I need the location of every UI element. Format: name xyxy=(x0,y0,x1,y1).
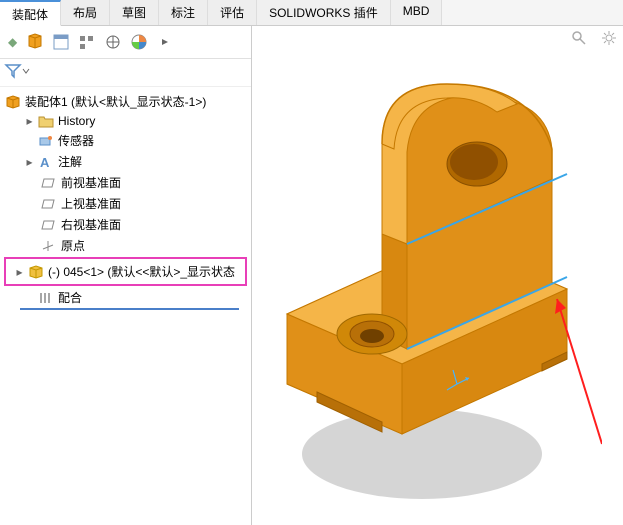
spacer xyxy=(24,135,35,146)
tab-sketch[interactable]: 草图 xyxy=(110,0,159,25)
sensor-icon xyxy=(37,134,55,148)
filter-icon[interactable] xyxy=(4,63,30,79)
tree-mates[interactable]: 配合 xyxy=(2,287,249,308)
tree-part-label: (-) 045<1> (默认<<默认>_显示状态 xyxy=(48,263,235,280)
tree-origin-label: 原点 xyxy=(61,237,85,254)
feature-manager-panel: ◆ xyxy=(0,26,252,525)
expand-icon[interactable]: ▸ xyxy=(24,156,35,167)
model-3d[interactable] xyxy=(252,34,602,514)
filter-row xyxy=(0,59,251,87)
tree-top-plane[interactable]: 上视基准面 xyxy=(2,193,249,214)
feature-tree: 装配体1 (默认<默认_显示状态-1>) ▸ History 传感器 ▸ xyxy=(0,87,251,312)
mates-icon xyxy=(37,291,55,305)
tree-front-plane[interactable]: 前视基准面 xyxy=(2,172,249,193)
tree-history[interactable]: ▸ History xyxy=(2,112,249,130)
tree-right-plane[interactable]: 右视基准面 xyxy=(2,214,249,235)
property-manager-tab-icon[interactable] xyxy=(49,30,73,54)
tab-sw-addins[interactable]: SOLIDWORKS 插件 xyxy=(257,0,391,25)
tree-origin[interactable]: 原点 xyxy=(2,235,249,256)
part-icon xyxy=(27,264,45,280)
panel-separator: ◆ xyxy=(4,35,21,49)
svg-text:A: A xyxy=(40,155,50,169)
spacer xyxy=(24,292,35,303)
tree-sensors-label: 传感器 xyxy=(58,132,94,149)
feature-manager-tab-icon[interactable] xyxy=(23,30,47,54)
tree-top-plane-label: 上视基准面 xyxy=(61,195,121,212)
tab-annotate[interactable]: 标注 xyxy=(159,0,208,25)
tab-mbd[interactable]: MBD xyxy=(391,0,443,25)
plane-icon xyxy=(40,197,58,211)
panel-toolbar: ◆ xyxy=(0,26,251,59)
main-area: ◆ xyxy=(0,26,623,525)
graphics-viewport[interactable] xyxy=(252,26,623,525)
tree-mates-label: 配合 xyxy=(58,289,82,306)
tree-root-label: 装配体1 (默认<默认_显示状态-1>) xyxy=(25,93,206,110)
tree-annotations-label: 注解 xyxy=(58,153,82,170)
tree-front-plane-label: 前视基准面 xyxy=(61,174,121,191)
assembly-icon xyxy=(4,94,22,110)
tree-part[interactable]: ▸ (-) 045<1> (默认<<默认>_显示状态 xyxy=(8,261,245,282)
ribbon-tabs: 装配体 布局 草图 标注 评估 SOLIDWORKS 插件 MBD xyxy=(0,0,623,26)
expand-icon[interactable]: ▸ xyxy=(24,116,35,127)
tree-history-label: History xyxy=(58,114,95,128)
annotation-icon: A xyxy=(37,155,55,169)
configuration-manager-tab-icon[interactable] xyxy=(75,30,99,54)
history-folder-icon xyxy=(37,114,55,128)
dimxpert-tab-icon[interactable] xyxy=(101,30,125,54)
panel-more-icon[interactable] xyxy=(153,30,177,54)
tree-annotations[interactable]: ▸ A 注解 xyxy=(2,151,249,172)
tree-right-plane-label: 右视基准面 xyxy=(61,216,121,233)
display-manager-tab-icon[interactable] xyxy=(127,30,151,54)
settings-icon[interactable] xyxy=(599,28,619,48)
tab-assembly[interactable]: 装配体 xyxy=(0,0,61,26)
tab-evaluate[interactable]: 评估 xyxy=(208,0,257,25)
tab-layout[interactable]: 布局 xyxy=(61,0,110,25)
plane-icon xyxy=(40,218,58,232)
plane-icon xyxy=(40,176,58,190)
expand-icon[interactable]: ▸ xyxy=(14,266,25,277)
tree-highlighted-item: ▸ (-) 045<1> (默认<<默认>_显示状态 xyxy=(4,257,247,286)
origin-icon xyxy=(40,239,58,253)
tree-sensors[interactable]: 传感器 xyxy=(2,130,249,151)
tree-root-assembly[interactable]: 装配体1 (默认<默认_显示状态-1>) xyxy=(2,91,249,112)
tree-divider xyxy=(20,308,239,310)
